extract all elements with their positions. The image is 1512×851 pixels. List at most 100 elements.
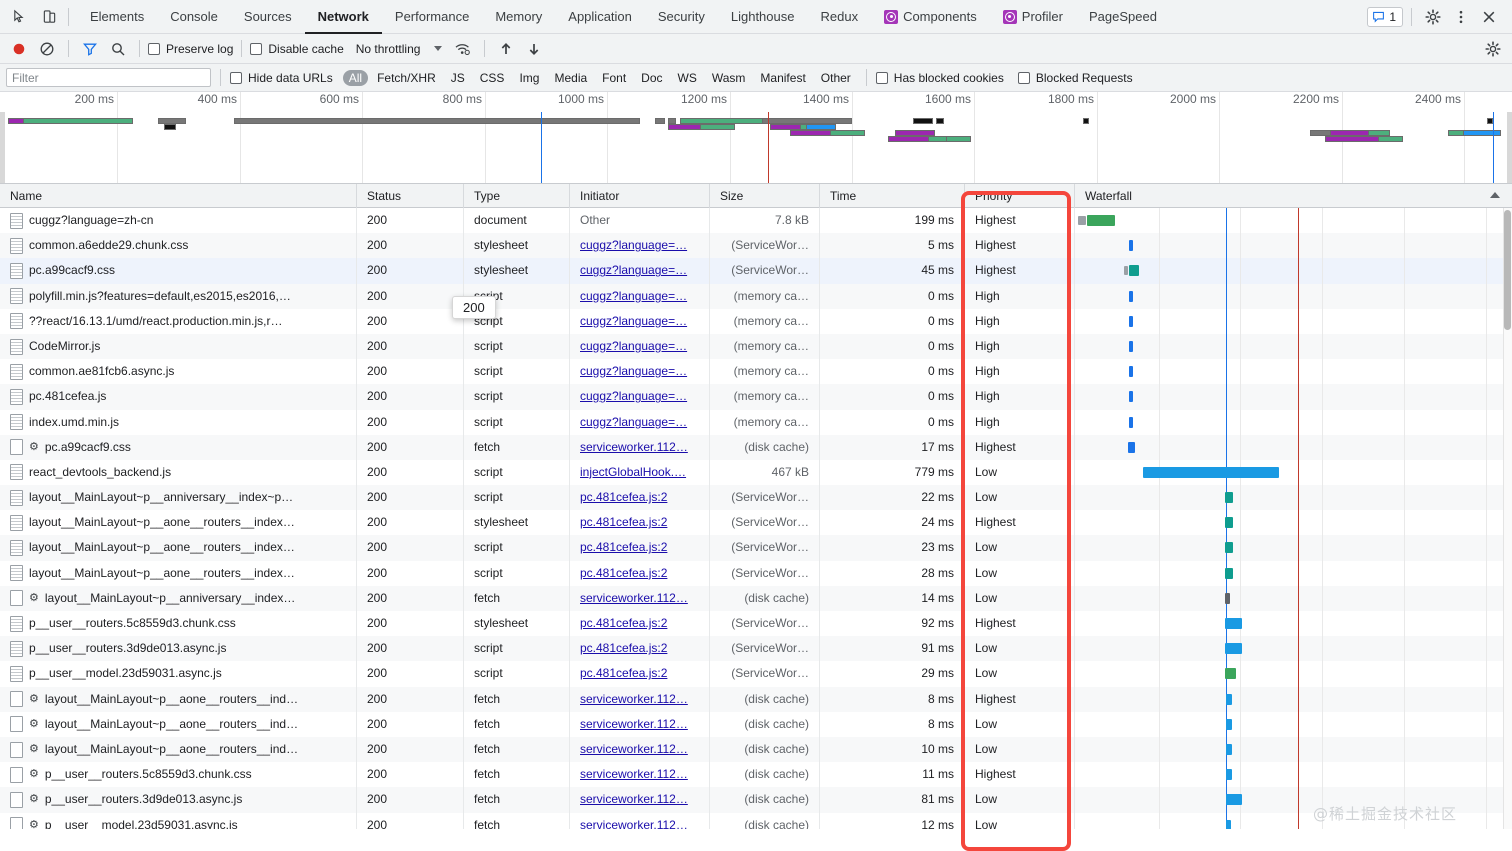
cell-initiator-text[interactable]: cuggz?language=… (580, 415, 687, 429)
cell-name[interactable]: p__user__model.23d59031.async.js (0, 661, 357, 686)
column-header-priority[interactable]: Priority (965, 184, 1075, 208)
inspect-cursor-icon[interactable] (4, 3, 34, 31)
cell-initiator-text[interactable]: cuggz?language=… (580, 238, 687, 252)
record-button[interactable] (6, 37, 32, 61)
tab-memory[interactable]: Memory (482, 0, 555, 34)
cell-name[interactable]: ⚙p__user__routers.5c8559d3.chunk.css (0, 762, 357, 787)
tab-application[interactable]: Application (555, 0, 645, 34)
column-header-time[interactable]: Time (820, 184, 965, 208)
table-row[interactable]: ⚙p__user__routers.3d9de013.async.js200fe… (0, 787, 1512, 812)
filter-type-font[interactable]: Font (596, 70, 632, 86)
filter-type-media[interactable]: Media (548, 70, 593, 86)
cell-name[interactable]: layout__MainLayout~p__aone__routers__ind… (0, 561, 357, 586)
table-row[interactable]: ⚙layout__MainLayout~p__aone__routers__in… (0, 737, 1512, 762)
cell-initiator-text[interactable]: serviceworker.112… (580, 692, 688, 706)
cell-name[interactable]: react_devtools_backend.js (0, 460, 357, 485)
table-row[interactable]: p__user__routers.3d9de013.async.js200scr… (0, 636, 1512, 661)
table-row[interactable]: layout__MainLayout~p__anniversary__index… (0, 485, 1512, 510)
column-header-waterfall[interactable]: Waterfall (1075, 184, 1512, 208)
throttling-select[interactable]: No throttling (356, 42, 443, 56)
filter-type-doc[interactable]: Doc (635, 70, 668, 86)
table-row[interactable]: p__user__routers.5c8559d3.chunk.css200st… (0, 611, 1512, 636)
filter-type-other[interactable]: Other (815, 70, 857, 86)
table-row[interactable]: layout__MainLayout~p__aone__routers__ind… (0, 561, 1512, 586)
cell-name[interactable]: p__user__routers.3d9de013.async.js (0, 636, 357, 661)
table-row[interactable]: pc.481cefea.js200scriptcuggz?language=…(… (0, 384, 1512, 409)
filter-type-css[interactable]: CSS (474, 70, 511, 86)
filter-type-ws[interactable]: WS (672, 70, 703, 86)
cell-initiator-text[interactable]: serviceworker.112… (580, 717, 688, 731)
cell-name[interactable]: ⚙p__user__routers.3d9de013.async.js (0, 787, 357, 812)
cell-initiator-text[interactable]: serviceworker.112… (580, 591, 688, 605)
cell-name[interactable]: pc.a99cacf9.css (0, 258, 357, 283)
cell-initiator-text[interactable]: cuggz?language=… (580, 263, 687, 277)
cell-name[interactable]: ⚙layout__MainLayout~p__aone__routers__in… (0, 712, 357, 737)
network-overview-timeline[interactable]: 200 ms400 ms600 ms800 ms1000 ms1200 ms14… (0, 92, 1512, 184)
cell-name[interactable]: ⚙p__user__model.23d59031.async.js (0, 813, 357, 830)
tab-redux[interactable]: Redux (807, 0, 871, 34)
column-header-size[interactable]: Size (710, 184, 820, 208)
tab-network[interactable]: Network (305, 0, 382, 34)
table-scrollbar-thumb[interactable] (1504, 210, 1511, 330)
message-count-chip[interactable]: 1 (1367, 7, 1403, 27)
table-row[interactable]: CodeMirror.js200scriptcuggz?language=…(m… (0, 334, 1512, 359)
cell-name[interactable]: layout__MainLayout~p__anniversary__index… (0, 485, 357, 510)
cell-initiator-text[interactable]: pc.481cefea.js:2 (580, 540, 667, 554)
disable-cache-checkbox[interactable]: Disable cache (250, 42, 343, 56)
tab-lighthouse[interactable]: Lighthouse (718, 0, 808, 34)
filter-type-js[interactable]: JS (445, 70, 471, 86)
cell-name[interactable]: layout__MainLayout~p__aone__routers__ind… (0, 535, 357, 560)
table-row[interactable]: index.umd.min.js200scriptcuggz?language=… (0, 410, 1512, 435)
tab-profiler[interactable]: Profiler (990, 0, 1076, 34)
close-icon[interactable] (1476, 4, 1502, 30)
cell-name[interactable]: ⚙layout__MainLayout~p__anniversary__inde… (0, 586, 357, 611)
overview-right-handle[interactable] (1507, 112, 1512, 183)
filter-type-all[interactable]: All (343, 70, 368, 86)
cell-name[interactable]: polyfill.min.js?features=default,es2015,… (0, 284, 357, 309)
cell-name[interactable]: ⚙pc.a99cacf9.css (0, 435, 357, 460)
cell-initiator-text[interactable]: injectGlobalHook.… (580, 465, 686, 479)
cell-name[interactable]: p__user__routers.5c8559d3.chunk.css (0, 611, 357, 636)
table-row[interactable]: ⚙layout__MainLayout~p__anniversary__inde… (0, 586, 1512, 611)
filter-type-img[interactable]: Img (513, 70, 545, 86)
column-header-status[interactable]: Status (357, 184, 464, 208)
cell-initiator-text[interactable]: serviceworker.112… (580, 440, 688, 454)
tab-console[interactable]: Console (157, 0, 231, 34)
cell-name[interactable]: index.umd.min.js (0, 410, 357, 435)
cell-initiator-text[interactable]: pc.481cefea.js:2 (580, 490, 667, 504)
cell-initiator-text[interactable]: serviceworker.112… (580, 818, 688, 830)
has-blocked-cookies-checkbox[interactable]: Has blocked cookies (876, 71, 1004, 85)
cell-name[interactable]: common.a6edde29.chunk.css (0, 233, 357, 258)
kebab-menu-icon[interactable] (1448, 4, 1474, 30)
search-icon[interactable] (105, 37, 131, 61)
cell-name[interactable]: ⚙layout__MainLayout~p__aone__routers__in… (0, 687, 357, 712)
tab-pagespeed[interactable]: PageSpeed (1076, 0, 1170, 34)
blocked-requests-checkbox[interactable]: Blocked Requests (1018, 71, 1133, 85)
filter-type-manifest[interactable]: Manifest (754, 70, 811, 86)
cell-initiator-text[interactable]: serviceworker.112… (580, 742, 688, 756)
table-row[interactable]: ⚙p__user__model.23d59031.async.js200fetc… (0, 813, 1512, 830)
table-row[interactable]: cuggz?language=zh-cn200documentOther7.8 … (0, 208, 1512, 233)
network-settings-icon[interactable] (1480, 37, 1506, 61)
tab-security[interactable]: Security (645, 0, 718, 34)
import-har-icon[interactable] (493, 37, 519, 61)
tab-sources[interactable]: Sources (231, 0, 305, 34)
table-row[interactable]: ??react/16.13.1/umd/react.production.min… (0, 309, 1512, 334)
cell-initiator-text[interactable]: cuggz?language=… (580, 289, 687, 303)
table-row[interactable]: common.a6edde29.chunk.css200stylesheetcu… (0, 233, 1512, 258)
column-header-initiator[interactable]: Initiator (570, 184, 710, 208)
table-row[interactable]: p__user__model.23d59031.async.js200scrip… (0, 661, 1512, 686)
cell-initiator-text[interactable]: serviceworker.112… (580, 792, 688, 806)
column-header-name[interactable]: Name (0, 184, 357, 208)
column-header-type[interactable]: Type (464, 184, 570, 208)
hide-data-urls-checkbox[interactable]: Hide data URLs (230, 71, 333, 85)
cell-initiator-text[interactable]: pc.481cefea.js:2 (580, 641, 667, 655)
table-row[interactable]: common.ae81fcb6.async.js200scriptcuggz?l… (0, 359, 1512, 384)
table-scrollbar[interactable] (1503, 208, 1512, 829)
cell-initiator-text[interactable]: cuggz?language=… (580, 339, 687, 353)
export-har-icon[interactable] (521, 37, 547, 61)
table-row[interactable]: ⚙layout__MainLayout~p__aone__routers__in… (0, 712, 1512, 737)
preserve-log-checkbox[interactable]: Preserve log (148, 42, 233, 56)
table-row[interactable]: ⚙p__user__routers.5c8559d3.chunk.css200f… (0, 762, 1512, 787)
cell-name[interactable]: cuggz?language=zh-cn (0, 208, 357, 233)
